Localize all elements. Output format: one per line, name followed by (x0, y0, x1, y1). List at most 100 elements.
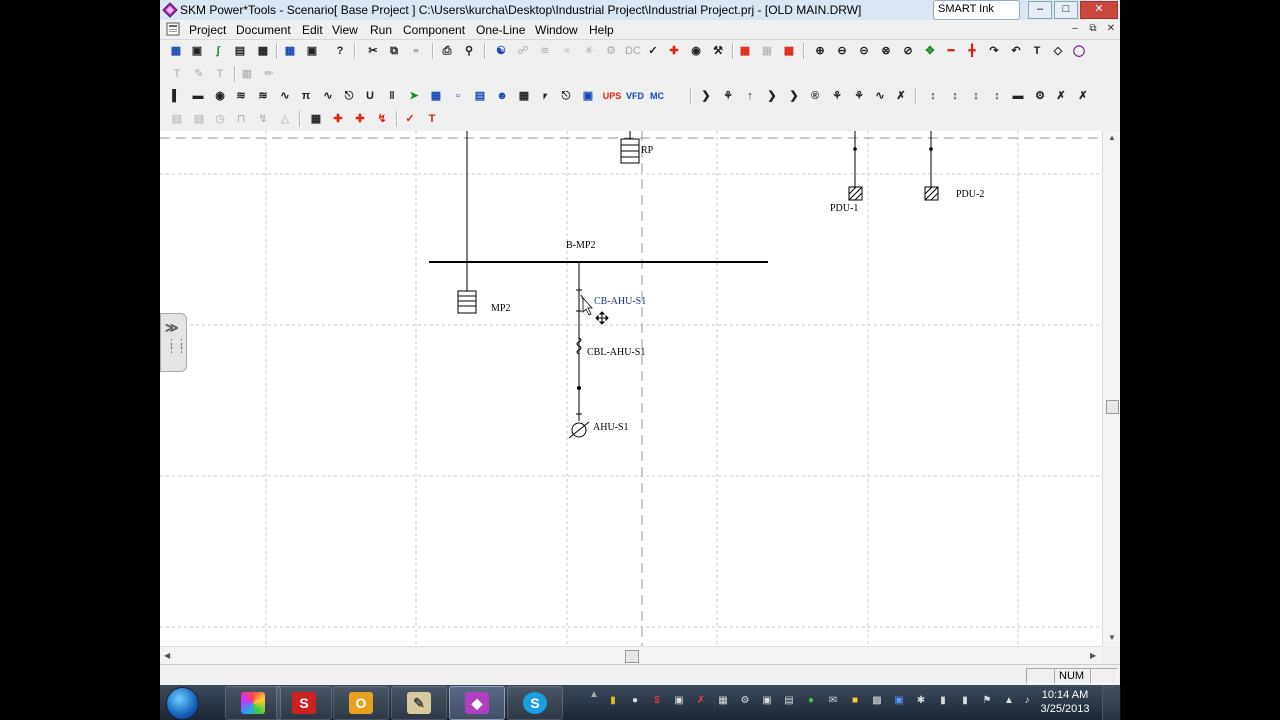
doc-close-icon[interactable]: ✕ (1104, 22, 1118, 36)
skm-app-icon[interactable] (162, 2, 178, 18)
symbol-icon[interactable]: ▦ (239, 66, 255, 82)
text-block-icon[interactable]: T (424, 111, 440, 127)
text-style-icon[interactable]: T (212, 66, 228, 82)
impedance-icon[interactable]: ∿ (277, 88, 293, 104)
menu-help[interactable]: Help (589, 23, 614, 37)
volume-icon[interactable]: ♪ (1021, 695, 1033, 707)
ring-icon[interactable]: ◯ (1071, 43, 1087, 59)
pi-icon[interactable]: ∫ (210, 43, 226, 59)
fuse-v-icon[interactable]: ↕ (925, 88, 941, 104)
tray-green-icon[interactable]: ● (805, 695, 817, 707)
tray-dollar-icon[interactable]: $ (651, 695, 663, 707)
bus-tool-icon[interactable]: ━ (943, 43, 959, 59)
pdu-2[interactable]: PDU-2 (924, 131, 984, 201)
relay-icon[interactable]: ⎋ (558, 88, 574, 104)
taskbar-color-app[interactable] (225, 686, 281, 720)
zoom-previous-icon[interactable]: ⊘ (900, 43, 916, 59)
text-size-icon[interactable]: T (169, 66, 185, 82)
connect-icon[interactable]: ↯ (374, 111, 390, 127)
mc-label-icon[interactable]: MC (648, 88, 666, 104)
fused-switch-icon[interactable]: ❯ (786, 88, 802, 104)
check-connect-icon[interactable]: ✓ (402, 111, 418, 127)
load-icon[interactable]: ▤ (472, 88, 488, 104)
menu-one-line[interactable]: One-Line (476, 23, 525, 37)
bus-tie-icon[interactable]: ╋ (964, 43, 980, 59)
project-tree-icon[interactable]: ▦ (168, 43, 184, 59)
arrester-icon[interactable]: ✗ (1053, 88, 1069, 104)
check-icon[interactable]: ✓ (645, 43, 661, 59)
switchboard-icon[interactable]: ▦ (516, 88, 532, 104)
zoom-out-icon[interactable]: ⊖ (834, 43, 850, 59)
dc-icon[interactable]: DC (625, 43, 641, 59)
taskbar-notebook[interactable]: ✎ (391, 686, 447, 720)
start-button[interactable] (166, 687, 199, 720)
draw-out-breaker-icon[interactable]: ⚘ (720, 88, 736, 104)
taskbar-power-tools[interactable]: ◆ (449, 686, 505, 720)
report-icon[interactable]: ▩ (255, 43, 271, 59)
motor-ahu-s1[interactable]: AHU-S1 (568, 421, 629, 439)
pan-icon[interactable]: ✥ (922, 43, 938, 59)
menu-view[interactable]: View (332, 23, 358, 37)
zoom-in-icon[interactable]: ⊕ (812, 43, 828, 59)
show-desktop-button[interactable] (1102, 685, 1121, 720)
tray-box-icon[interactable]: ▣ (761, 695, 773, 707)
print-icon[interactable]: ⎙ (439, 43, 455, 59)
vertical-scrollbar[interactable]: ▲ ▼ (1102, 131, 1120, 646)
save-icon[interactable]: ▣ (304, 43, 320, 59)
mcc-icon[interactable]: ▫ (450, 88, 466, 104)
disconnect-icon[interactable]: ↕ (989, 88, 1005, 104)
side-panel-tab[interactable]: ≫ ⋮⋮ ⋮⋮ (160, 313, 187, 372)
taskbar-outlook[interactable]: O (333, 686, 389, 720)
pulse-icon[interactable]: ⊓ (233, 111, 249, 127)
tcc-icon[interactable]: ▤ (232, 43, 248, 59)
one-line-drawing-canvas[interactable]: RP PDU-1 PDU-2 B-MP2 MP2 CB-AHU-S1 CBL-A… (160, 131, 1102, 646)
clock-icon[interactable]: ◷ (212, 111, 228, 127)
tray-shield-icon[interactable]: ▮ (607, 695, 619, 707)
cable-cbl-ahu-s1[interactable]: CBL-AHU-S1 (576, 337, 645, 358)
horizontal-scroll-thumb[interactable] (625, 650, 639, 663)
action-center-flag-icon[interactable]: ⚑ (981, 695, 993, 707)
lighting-icon[interactable]: ☻ (494, 88, 510, 104)
cable-icon[interactable]: ∿ (320, 88, 336, 104)
tray-window-icon[interactable]: ▤ (783, 695, 795, 707)
tray-mail-icon[interactable]: ✉ (827, 695, 839, 707)
overload-icon[interactable]: ∿ (872, 88, 888, 104)
add-component-icon[interactable]: ✚ (666, 43, 682, 59)
datablock-icon[interactable]: ▤ (169, 111, 185, 127)
waveform-icon[interactable]: △ (277, 111, 293, 127)
menu-document[interactable]: Document (236, 23, 291, 37)
network-icon[interactable]: ▲ (1003, 695, 1015, 707)
tray-battery-icon[interactable]: ▮ (959, 695, 971, 707)
find-icon[interactable]: ◉ (688, 43, 704, 59)
pi-section-icon[interactable]: π (298, 88, 314, 104)
ground-fault-icon[interactable]: ✗ (1075, 88, 1091, 104)
load-flow-icon[interactable]: ≈ (559, 43, 575, 59)
relay-r-icon[interactable]: ® (807, 88, 823, 104)
zoom-all-icon[interactable]: ⊗ (878, 43, 894, 59)
lv-breaker-icon[interactable]: ❯ (764, 88, 780, 104)
ground-icon[interactable]: ➤ (406, 88, 422, 104)
contactor-icon[interactable]: ✗ (893, 88, 909, 104)
export-icon[interactable]: ▦ (759, 43, 775, 59)
generator-icon[interactable]: ◉ (212, 88, 228, 104)
harmonics-icon[interactable]: ≋ (537, 43, 553, 59)
smart-ink-toolbar[interactable]: SMART Ink (933, 0, 1020, 20)
paste-icon[interactable]: ▫ (408, 43, 424, 59)
panel-icon[interactable]: ▦ (428, 88, 444, 104)
arc-flash-icon[interactable]: ☍ (515, 43, 531, 59)
import-icon[interactable]: ▦ (781, 43, 797, 59)
vfd-label-icon[interactable]: VFD (625, 88, 645, 104)
pencil-icon[interactable]: ✏ (261, 66, 277, 82)
cut-icon[interactable]: ✂ (365, 43, 381, 59)
doc-minimize-icon[interactable]: – (1068, 22, 1082, 36)
tray-gear-icon[interactable]: ⚙ (739, 695, 751, 707)
component-editor-icon[interactable]: ▦ (308, 111, 324, 127)
rotate-icon[interactable]: ◇ (1050, 43, 1066, 59)
fuse-icon[interactable]: ⎖ (537, 88, 553, 104)
scroll-down-icon[interactable]: ▼ (1108, 633, 1116, 642)
maximize-button[interactable]: □ (1054, 1, 1078, 19)
add-branch-icon[interactable]: ✚ (352, 111, 368, 127)
text-tool-icon[interactable]: T (1029, 43, 1045, 59)
lv-fuse-icon[interactable]: ↕ (968, 88, 984, 104)
taskbar-skype[interactable]: S (507, 686, 563, 720)
